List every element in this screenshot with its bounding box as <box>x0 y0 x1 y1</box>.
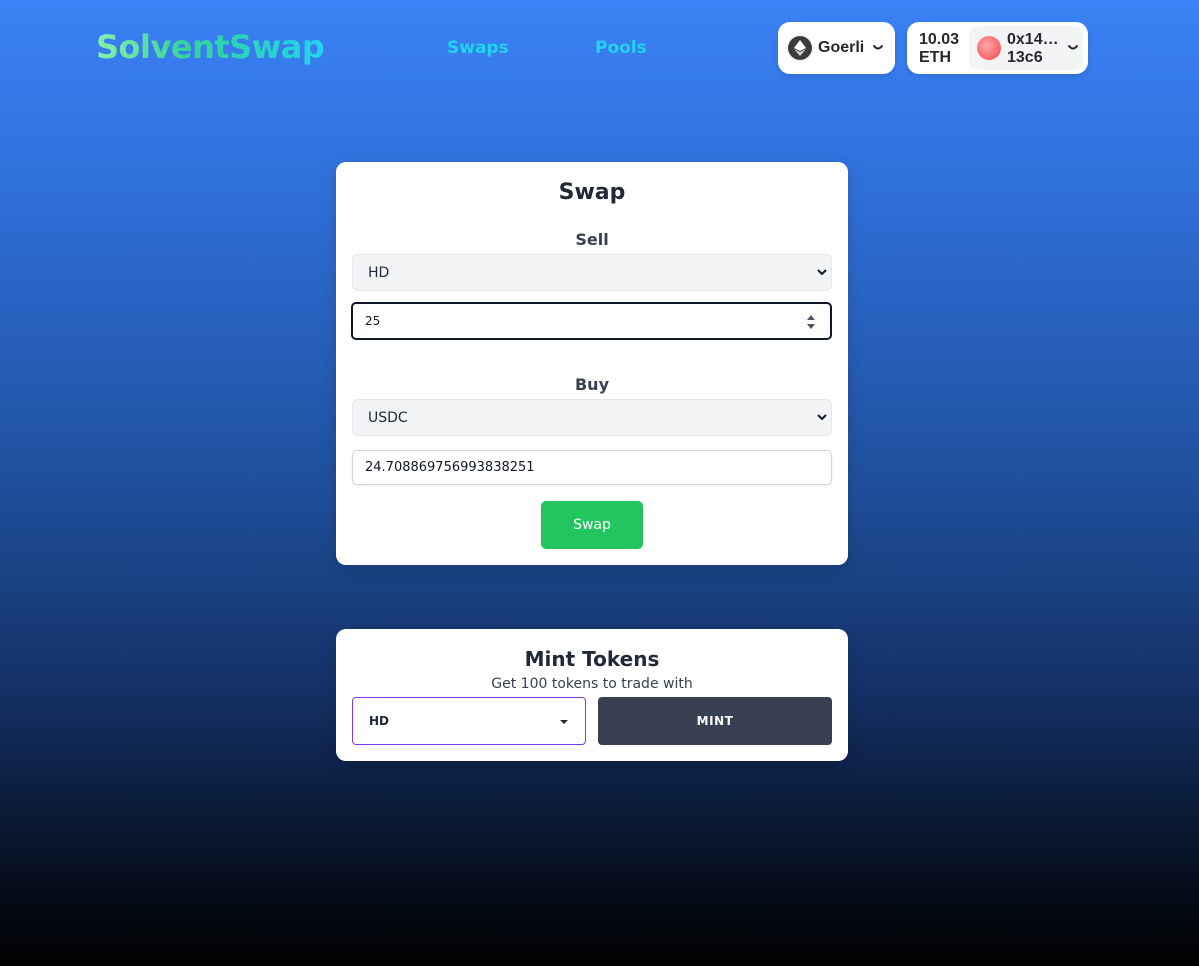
balance-amount: 10.03 <box>919 31 960 48</box>
mint-title: Mint Tokens <box>524 647 660 671</box>
network-selector-button[interactable]: Goerli <box>778 22 895 74</box>
sell-token-select[interactable]: HD <box>352 254 832 291</box>
buy-amount-output[interactable]: 24.708869756993838251 <box>352 450 832 485</box>
nav-link-swaps[interactable]: Swaps <box>447 38 509 58</box>
sell-token-value: HD <box>368 264 390 281</box>
brand-logo[interactable]: SolventSwap <box>96 28 325 66</box>
chevron-down-icon <box>1068 45 1078 50</box>
avatar <box>977 36 1001 60</box>
wallet-address-line2: 13c6 <box>1007 49 1043 66</box>
mint-token-value: HD <box>369 714 390 728</box>
balance-unit: ETH <box>919 49 951 66</box>
account-address-pill[interactable]: 0x14… 13c6 <box>969 26 1083 70</box>
sell-amount-value: 25 <box>365 314 381 328</box>
buy-label: Buy <box>574 375 609 394</box>
mint-card: Mint Tokens Get 100 tokens to trade with… <box>336 629 848 761</box>
number-spinner-icon[interactable] <box>804 312 818 332</box>
eth-balance: 10.03 ETH <box>919 31 969 67</box>
swap-card: Swap Sell HD 25 Buy USDC 24.708869756993… <box>336 162 848 565</box>
nav-link-pools[interactable]: Pools <box>595 38 647 58</box>
top-navbar: SolventSwap Swaps Pools Goerli 10.03 ETH… <box>0 0 1199 96</box>
chevron-down-icon <box>873 45 884 50</box>
caret-down-icon <box>560 720 568 724</box>
mint-token-select[interactable]: HD <box>352 697 586 745</box>
mint-subtitle: Get 100 tokens to trade with <box>491 676 693 692</box>
account-button[interactable]: 10.03 ETH 0x14… 13c6 <box>907 22 1088 74</box>
mint-button[interactable]: MINT <box>598 697 832 745</box>
ethereum-icon <box>788 36 812 60</box>
sell-amount-input[interactable]: 25 <box>351 302 832 340</box>
swap-button[interactable]: Swap <box>541 501 643 549</box>
wallet-address: 0x14… 13c6 <box>1007 31 1063 67</box>
chevron-down-icon <box>817 414 827 421</box>
buy-token-select[interactable]: USDC <box>352 399 832 436</box>
network-name: Goerli <box>818 39 865 56</box>
chevron-down-icon <box>817 269 827 276</box>
swap-title: Swap <box>558 180 626 205</box>
sell-label: Sell <box>575 230 609 249</box>
buy-token-value: USDC <box>368 409 408 426</box>
buy-amount-value: 24.708869756993838251 <box>365 460 535 475</box>
wallet-address-line1: 0x14… <box>1007 31 1059 48</box>
